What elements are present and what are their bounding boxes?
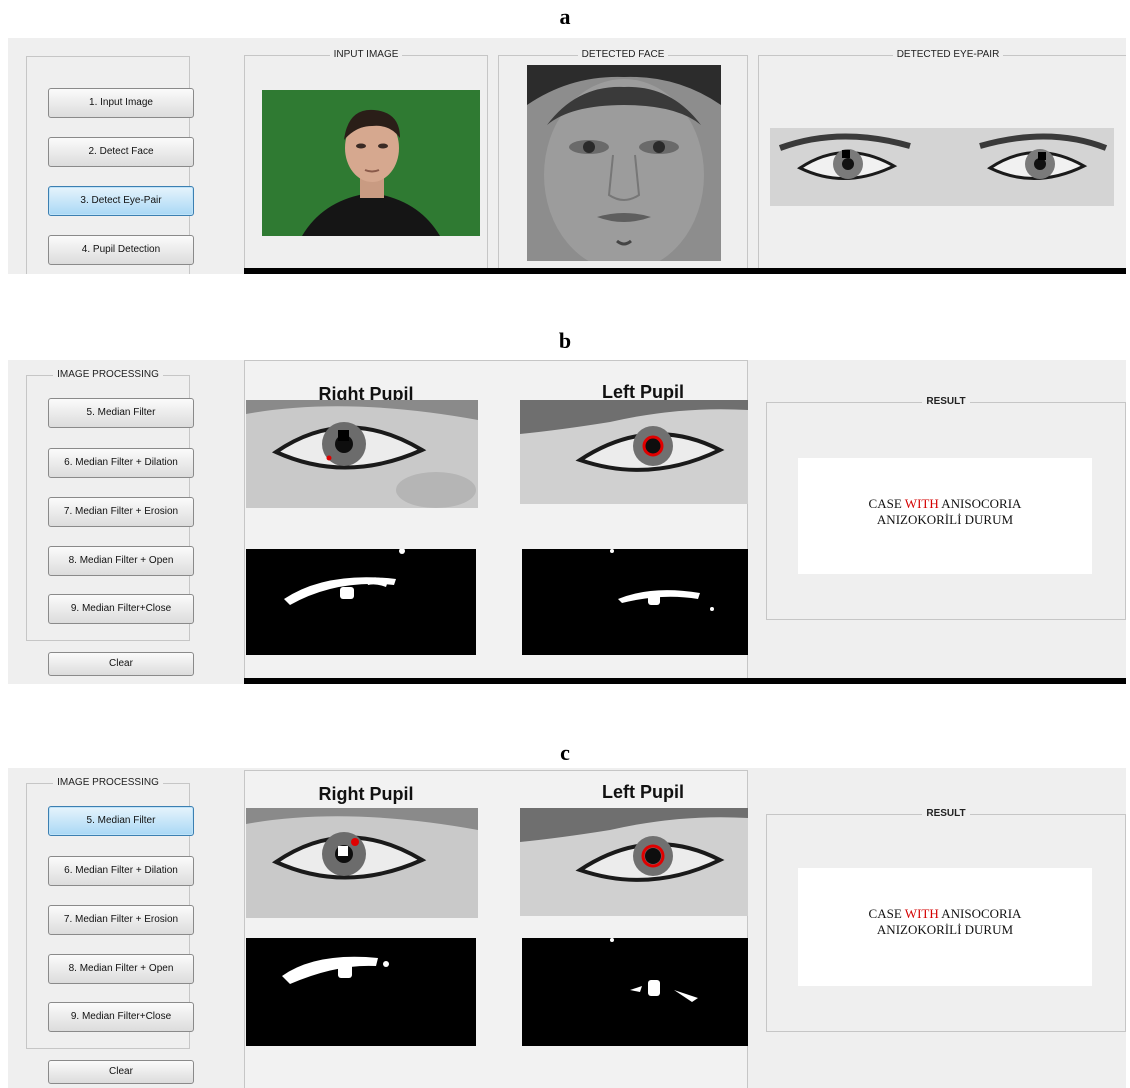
clear-button-c[interactable]: Clear	[48, 1060, 194, 1084]
result-line-1: CASE WITH ANISOCORIA	[868, 496, 1022, 511]
result-line-2-c: ANIZOKORİLİ DURUM	[876, 922, 1014, 937]
median-filter-button[interactable]: 5. Median Filter	[48, 398, 194, 428]
pupil-detection-button[interactable]: 4. Pupil Detection	[48, 235, 194, 265]
panel-label-c: c	[560, 740, 570, 765]
left-pupil-binary	[522, 549, 748, 655]
right-pupil-binary	[246, 549, 476, 655]
input-image-button[interactable]: 1. Input Image	[48, 88, 194, 118]
screen-a: 1. Input Image 2. Detect Face 3. Detect …	[8, 38, 1126, 274]
image-processing-title: IMAGE PROCESSING	[53, 369, 163, 380]
bottom-bar-b	[244, 678, 1126, 684]
result-display: CASE WITH ANISOCORIA ANIZOKORİLİ DURUM	[798, 458, 1092, 574]
detected-face-image	[527, 65, 721, 261]
left-pupil-title-c: Left Pupil	[602, 782, 684, 802]
median-open-button[interactable]: 8. Median Filter + Open	[48, 546, 194, 576]
panel-label-b: b	[558, 328, 572, 353]
result-highlight: WITH	[904, 496, 939, 511]
result-highlight-c: WITH	[904, 906, 939, 921]
result-title: RESULT	[922, 396, 970, 407]
right-eye-image-c	[246, 808, 478, 918]
median-filter-button-c[interactable]: 5. Median Filter	[48, 806, 194, 836]
result-line-2: ANIZOKORİLİ DURUM	[876, 512, 1014, 527]
median-open-button-c[interactable]: 8. Median Filter + Open	[48, 954, 194, 984]
result-display-c: CASE WITH ANISOCORIA ANIZOKORİLİ DURUM	[798, 868, 1092, 986]
screen-c: IMAGE PROCESSING 5. Median Filter 6. Med…	[8, 768, 1126, 1088]
left-pupil-binary-c	[522, 938, 748, 1046]
median-close-button-c[interactable]: 9. Median Filter+Close	[48, 1002, 194, 1032]
bottom-bar	[244, 268, 1126, 274]
median-close-button[interactable]: 9. Median Filter+Close	[48, 594, 194, 624]
screen-b: IMAGE PROCESSING 5. Median Filter 6. Med…	[8, 360, 1126, 684]
detected-face-title: DETECTED FACE	[577, 49, 669, 60]
median-erosion-button-c[interactable]: 7. Median Filter + Erosion	[48, 905, 194, 935]
detect-face-button[interactable]: 2. Detect Face	[48, 137, 194, 167]
left-eye-image-c	[520, 808, 748, 916]
median-erosion-button[interactable]: 7. Median Filter + Erosion	[48, 497, 194, 527]
right-pupil-binary-c	[246, 938, 476, 1046]
eye-pair-title: DETECTED EYE-PAIR	[892, 49, 1004, 60]
image-processing-title-c: IMAGE PROCESSING	[53, 777, 163, 788]
input-image-title: INPUT IMAGE	[329, 49, 403, 60]
clear-button[interactable]: Clear	[48, 652, 194, 676]
eye-pair-image	[770, 128, 1114, 206]
result-title-c: RESULT	[922, 808, 970, 819]
right-eye-image	[246, 400, 478, 508]
panel-label-a: a	[559, 4, 571, 29]
detect-eye-pair-button[interactable]: 3. Detect Eye-Pair	[48, 186, 194, 216]
result-line-1-c: CASE WITH ANISOCORIA	[868, 906, 1022, 921]
left-eye-image	[520, 400, 748, 504]
right-pupil-title-c: Right Pupil	[318, 784, 414, 804]
median-dilation-button-c[interactable]: 6. Median Filter + Dilation	[48, 856, 194, 886]
input-image	[262, 90, 480, 236]
median-dilation-button[interactable]: 6. Median Filter + Dilation	[48, 448, 194, 478]
